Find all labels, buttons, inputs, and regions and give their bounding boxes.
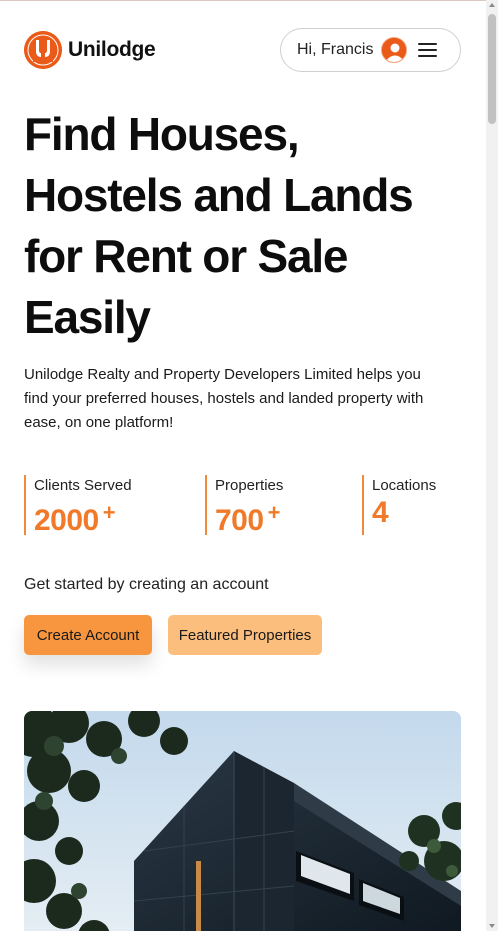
user-avatar-icon[interactable]	[381, 37, 408, 63]
scrollbar-thumb[interactable]	[488, 14, 496, 124]
plus-suffix: +	[267, 500, 281, 525]
stat-value: 2000 +	[34, 500, 116, 537]
stat-value: 4	[372, 496, 389, 529]
stat-label: Locations	[372, 477, 437, 494]
stat-locations: Locations 4	[362, 475, 436, 535]
hero-building-image	[24, 711, 461, 931]
scroll-up-icon[interactable]	[489, 3, 495, 7]
user-greeting: Hi, Francis	[297, 41, 374, 58]
hero-description: Unilodge Realty and Property Developers …	[24, 366, 424, 431]
scroll-down-icon[interactable]	[489, 924, 495, 928]
hero-title: Find Houses, Hostels and Lands for Rent …	[24, 108, 414, 343]
user-menu-pill[interactable]: Hi, Francis	[280, 28, 461, 72]
brand[interactable]: Unilodge	[24, 31, 156, 69]
stat-label: Clients Served	[34, 477, 132, 494]
stat-label: Properties	[215, 477, 284, 494]
unilodge-logo-icon	[24, 31, 62, 69]
top-divider	[0, 0, 498, 1]
page-scrollbar[interactable]	[486, 0, 498, 931]
stat-clients-served: Clients Served 2000 +	[24, 475, 132, 537]
cta-text: Get started by creating an account	[24, 576, 269, 593]
stat-properties: Properties 700 +	[205, 475, 284, 537]
stat-value: 700 +	[215, 500, 281, 537]
brand-name: Unilodge	[68, 38, 156, 61]
plus-suffix: +	[102, 500, 116, 525]
hamburger-menu-icon[interactable]	[418, 43, 438, 57]
create-account-button[interactable]: Create Account	[24, 615, 152, 655]
site-header: Unilodge Hi, Francis	[24, 28, 461, 72]
featured-properties-button[interactable]: Featured Properties	[168, 615, 322, 655]
